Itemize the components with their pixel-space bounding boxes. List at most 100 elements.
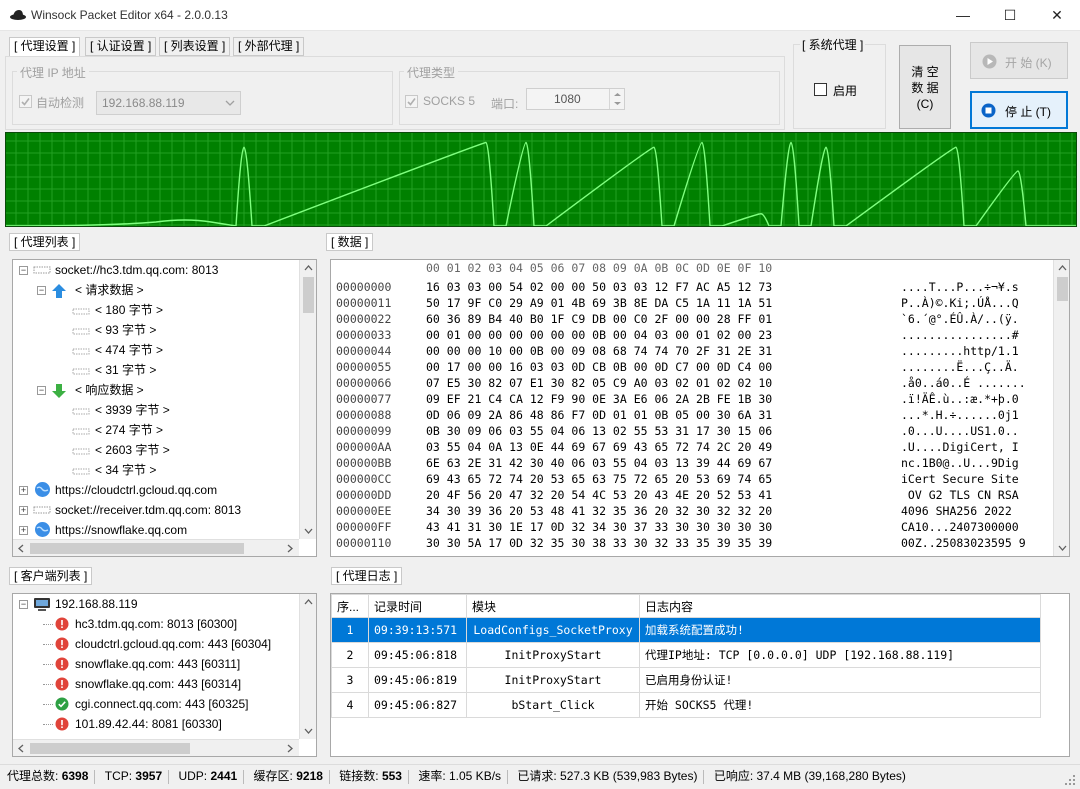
hex-bytes[interactable]: 30 30 5A 17 0D 32 35 30 38 33 30 32 33 3… [426,535,772,551]
log-row[interactable]: 209:45:06:818InitProxyStart代理IP地址: TCP [… [332,643,1041,668]
collapse-toggle[interactable]: − [19,266,28,275]
hex-ascii[interactable]: .0...U....US1.0.. [901,423,1019,439]
hex-vscroll[interactable] [1053,260,1070,556]
hex-bytes[interactable]: 43 41 31 30 1E 17 0D 32 34 30 37 33 30 3… [426,519,772,535]
hex-view[interactable]: 00 01 02 03 04 05 06 07 08 09 0A 0B 0C 0… [330,259,1070,557]
port-spinner-arrows[interactable] [609,89,624,109]
log-row[interactable]: 309:45:06:819InitProxyStart已启用身份认证! [332,668,1041,693]
hex-bytes[interactable]: 00 01 00 00 00 00 00 00 0B 00 04 03 00 0… [426,327,772,343]
packet-item[interactable]: < 31 字节 > [95,360,156,380]
log-col-module[interactable]: 模块 [467,595,640,618]
request-data-node[interactable]: < 请求数据 > [75,280,144,300]
client-list-vscroll[interactable] [299,594,316,739]
minimize-button[interactable]: — [940,0,986,30]
scroll-thumb[interactable] [303,277,314,313]
hex-ascii[interactable]: 00Z..25083023595 9 [901,535,1026,551]
tab-proxy-settings[interactable]: [ 代理设置 ] [9,37,80,57]
collapse-toggle[interactable]: − [37,286,46,295]
hex-ascii[interactable]: iCert Secure Site [901,471,1019,487]
client-item[interactable]: 101.89.42.44: 8081 [60330] [75,714,222,734]
response-data-node[interactable]: < 响应数据 > [75,380,144,400]
hex-bytes[interactable]: 16 03 03 00 54 02 00 00 50 03 03 12 F7 A… [426,279,772,295]
hex-ascii[interactable]: P..À)©.Ki;.ÚÅ...Q [901,295,1019,311]
client-item[interactable]: snowflake.qq.com: 443 [60311] [75,654,240,674]
data-panel-header: [ 数据 ] [326,233,373,251]
hex-ascii[interactable]: .U....DigiCert, I [901,439,1019,455]
ip-select[interactable]: 192.168.88.119 [96,91,241,115]
hex-bytes[interactable]: 69 43 65 72 74 20 53 65 63 75 72 65 20 5… [426,471,772,487]
packet-item[interactable]: < 474 字节 > [95,340,163,360]
socks5-checkbox[interactable] [405,95,418,108]
hex-ascii[interactable]: 4096 SHA256 2022 [901,503,1019,519]
client-item[interactable]: snowflake.qq.com: 443 [60314] [75,674,241,694]
proxy-list-vscroll[interactable] [299,260,316,539]
hex-ascii[interactable]: ........Ë...Ç..Ä. [901,359,1019,375]
client-item[interactable]: cgi.connect.qq.com: 443 [60325] [75,694,248,714]
tab-list-settings[interactable]: [ 列表设置 ] [159,37,230,56]
hex-ascii[interactable]: CA10...2407300000 [901,519,1019,535]
client-item[interactable]: cloudctrl.gcloud.qq.com: 443 [60304] [75,634,271,654]
log-row[interactable]: 409:45:06:827bStart_Click开始 SOCKS5 代理! [332,693,1041,718]
packet-item[interactable]: < 34 字节 > [95,460,156,480]
hex-ascii[interactable]: OV G2 TLS CN RSA [901,487,1019,503]
packet-item[interactable]: < 93 字节 > [95,320,156,340]
scroll-thumb[interactable] [1057,277,1068,301]
hex-ascii[interactable]: nc.1B0@..U...9Dig [901,455,1019,471]
resize-grip-icon[interactable] [1064,774,1076,786]
packet-item[interactable]: < 180 字节 > [95,300,163,320]
hex-ascii[interactable]: .å0..á0..É ....... [901,375,1026,391]
proxy-list-hscroll[interactable] [13,539,299,556]
hex-ascii[interactable]: ................# [901,327,1019,343]
start-button[interactable]: 开 始 (K) [970,42,1068,79]
scroll-thumb[interactable] [30,543,244,554]
proxy-item[interactable]: socket://hc3.tdm.qq.com: 8013 [55,260,218,280]
hex-bytes[interactable]: 00 00 00 10 00 0B 00 09 08 68 74 74 70 2… [426,343,772,359]
hex-bytes[interactable]: 0D 06 09 2A 86 48 86 F7 0D 01 01 0B 05 0… [426,407,772,423]
hex-ascii[interactable]: ...*.H.÷......0j1 [901,407,1019,423]
hex-ascii[interactable]: .........http/1.1 [901,343,1019,359]
auto-detect-checkbox[interactable] [19,95,32,108]
port-spinner[interactable]: 1080 [526,88,625,110]
hex-bytes[interactable]: 0B 30 09 06 03 55 04 06 13 02 55 53 31 1… [426,423,772,439]
tab-external-proxy[interactable]: [ 外部代理 ] [233,37,304,56]
proxy-item[interactable]: https://cloudctrl.gcloud.qq.com [55,480,217,500]
clear-data-button[interactable]: 清 空 数 据 (C) [899,45,951,129]
client-list-hscroll[interactable] [13,739,299,756]
collapse-toggle[interactable]: − [37,386,46,395]
hex-bytes[interactable]: 03 55 04 0A 13 0E 44 69 67 69 43 65 72 7… [426,439,772,455]
divider [408,770,409,784]
expand-toggle[interactable]: + [19,506,28,515]
log-col-content[interactable]: 日志内容 [640,595,1041,618]
collapse-toggle[interactable]: − [19,600,28,609]
proxy-item[interactable]: socket://receiver.tdm.qq.com: 8013 [55,500,241,520]
hex-bytes[interactable]: 00 17 00 00 16 03 03 0D CB 0B 00 0D C7 0… [426,359,772,375]
hex-bytes[interactable]: 50 17 9F C0 29 A9 01 4B 69 3B 8E DA C5 1… [426,295,772,311]
proxy-item[interactable]: https://snowflake.qq.com [55,520,187,540]
hex-ascii[interactable]: `6.´@°.ÉÛ.À/..(ÿ. [901,311,1019,327]
close-button[interactable]: ✕ [1034,0,1080,30]
client-item[interactable]: hc3.tdm.qq.com: 8013 [60300] [75,614,237,634]
tab-auth-settings[interactable]: [ 认证设置 ] [85,37,156,56]
packet-item[interactable]: < 274 字节 > [95,420,163,440]
packet-item[interactable]: < 2603 字节 > [95,440,170,460]
hex-ascii[interactable]: ....T...P...÷¬¥.s [901,279,1019,295]
log-col-no[interactable]: 序... [332,595,369,618]
hex-bytes[interactable]: 34 30 39 36 20 53 48 41 32 35 36 20 32 3… [426,503,772,519]
client-root[interactable]: 192.168.88.119 [55,594,138,614]
expand-toggle[interactable]: + [19,526,28,535]
maximize-button[interactable]: ☐ [987,0,1033,30]
scroll-thumb[interactable] [30,743,190,754]
traffic-graph-canvas [6,133,1077,227]
hex-bytes[interactable]: 6E 63 2E 31 42 30 40 06 03 55 04 03 13 3… [426,455,772,471]
hex-bytes[interactable]: 09 EF 21 C4 CA 12 F9 90 0E 3A E6 06 2A 2… [426,391,772,407]
log-col-time[interactable]: 记录时间 [369,595,467,618]
hex-ascii[interactable]: .ï!ÄÊ.ù..:æ.*+þ.0 [901,391,1019,407]
system-proxy-checkbox[interactable] [814,83,827,96]
stop-button[interactable]: 停 止 (T) [970,91,1068,129]
expand-toggle[interactable]: + [19,486,28,495]
hex-bytes[interactable]: 60 36 89 B4 40 B0 1F C9 DB 00 C0 2F 00 0… [426,311,772,327]
hex-bytes[interactable]: 07 E5 30 82 07 E1 30 82 05 C9 A0 03 02 0… [426,375,772,391]
hex-bytes[interactable]: 20 4F 56 20 47 32 20 54 4C 53 20 43 4E 2… [426,487,772,503]
packet-item[interactable]: < 3939 字节 > [95,400,170,420]
log-row[interactable]: 109:39:13:571LoadConfigs_SocketProxy加载系统… [332,618,1041,643]
